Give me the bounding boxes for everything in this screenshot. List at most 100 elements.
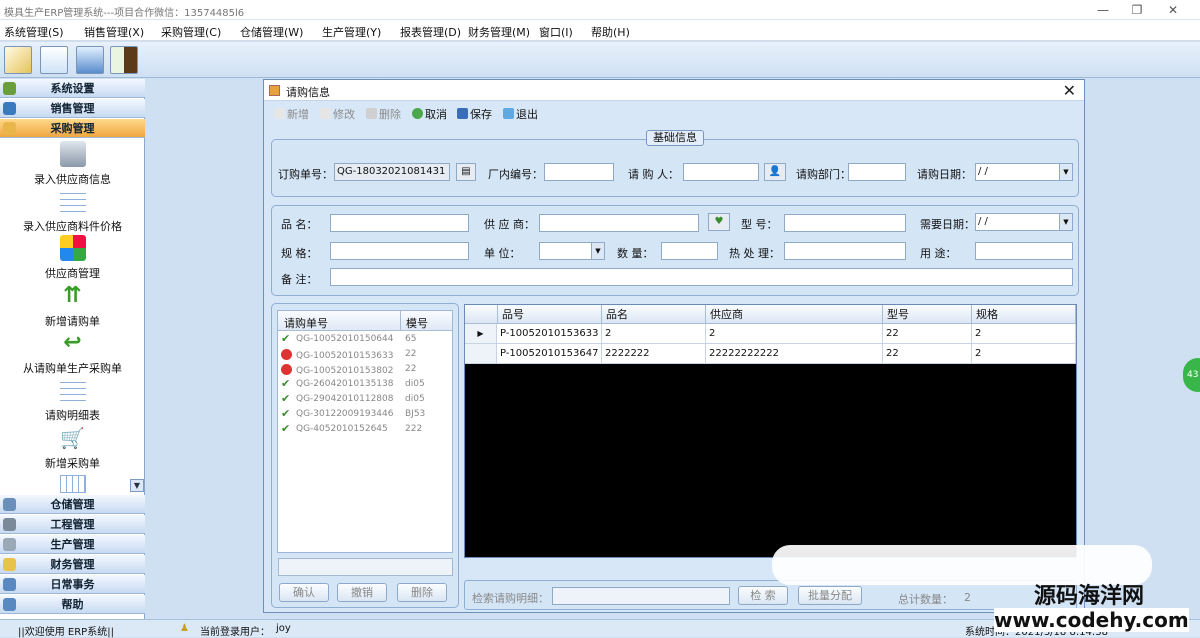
sidebar-header-daily[interactable]: 日常事务: [0, 575, 145, 594]
chevron-down-icon[interactable]: ▼: [591, 243, 604, 259]
dept-field[interactable]: [848, 163, 906, 181]
order-no-picker-icon[interactable]: ▤: [456, 163, 476, 181]
confirm-button[interactable]: 确认: [279, 583, 329, 602]
new-button[interactable]: 新增: [274, 106, 309, 122]
sidebar-header-help[interactable]: 帮助: [0, 595, 145, 614]
gear-icon: [3, 82, 16, 95]
qty-field[interactable]: [661, 242, 718, 260]
sidebar-header-engineering[interactable]: 工程管理: [0, 515, 145, 534]
calendar-icon[interactable]: [40, 46, 68, 74]
exit-arrow-icon: [503, 108, 514, 119]
grid-col-item-no[interactable]: 品号: [498, 305, 602, 324]
window-title: 模具生产ERP管理系统---项目合作微信：13574485l6: [4, 8, 245, 19]
list-item[interactable]: ✔ QG-26042010135138 di05: [281, 378, 425, 393]
sidebar-item-new-order[interactable]: 🛒 新增采购单: [0, 425, 145, 471]
note-field[interactable]: [330, 268, 1073, 286]
sidebar-item-request-to-order[interactable]: ↩ 从请购单生产采购单: [0, 330, 145, 376]
supplier-field[interactable]: [539, 214, 699, 232]
name-field[interactable]: [330, 214, 469, 232]
menu-sales[interactable]: 销售管理(X): [84, 24, 144, 40]
supplier-picker-icon[interactable]: ♥: [708, 213, 730, 231]
table-cell[interactable]: 2222222: [602, 344, 706, 364]
factory-no-field[interactable]: [544, 163, 614, 181]
sidebar-item-supplier-manage[interactable]: 供应商管理: [0, 235, 145, 281]
factory-no-label: 厂内编号：: [488, 168, 543, 181]
menu-help[interactable]: 帮助(H): [591, 24, 630, 40]
use-field[interactable]: [975, 242, 1073, 260]
table-cell[interactable]: 2: [972, 344, 1076, 364]
search-detail-label: 检索请购明细：: [472, 592, 549, 605]
search-button[interactable]: 检 索: [738, 586, 788, 605]
request-date-field[interactable]: / / ▼: [975, 163, 1073, 181]
menu-finance[interactable]: 财务管理(M): [468, 24, 530, 40]
edit-document-icon[interactable]: [4, 46, 32, 74]
unit-select[interactable]: ▼: [539, 242, 605, 260]
close-window-button[interactable]: ✕: [1156, 0, 1190, 20]
menu-reports[interactable]: 报表管理(D): [400, 24, 461, 40]
floating-badge[interactable]: 43: [1183, 358, 1200, 392]
merge-arrow-icon: ⇈: [59, 283, 86, 309]
requester-field[interactable]: [683, 163, 759, 181]
dialog-close-button[interactable]: ✕: [1063, 81, 1076, 100]
chevron-down-icon[interactable]: ▼: [1059, 164, 1072, 180]
sidebar-item-new-request[interactable]: ⇈ 新增请购单: [0, 283, 145, 329]
restore-button[interactable]: ❐: [1120, 0, 1154, 20]
watermark-title: 源码海洋网: [1034, 584, 1145, 609]
edit-button[interactable]: 修改: [320, 106, 355, 122]
help-icon: [3, 598, 16, 611]
list-item[interactable]: ✔ QG-30122009193446 BJ53: [281, 408, 425, 423]
menu-system[interactable]: 系统管理(S): [4, 24, 64, 40]
grid-col-model[interactable]: 型号: [883, 305, 972, 324]
table-cell[interactable]: 22: [883, 324, 972, 344]
order-no-field[interactable]: QG-18032021081431: [334, 163, 450, 181]
calculator-icon[interactable]: [76, 46, 104, 74]
sidebar-item-supplier-price[interactable]: 录入供应商料件价格: [0, 188, 145, 234]
menu-production[interactable]: 生产管理(Y): [322, 24, 381, 40]
grid-col-supplier[interactable]: 供应商: [706, 305, 883, 324]
batch-assign-button[interactable]: 批量分配: [798, 586, 862, 605]
exit-door-icon[interactable]: [110, 46, 138, 74]
table-cell[interactable]: 2: [602, 324, 706, 344]
list-item[interactable]: QG-10052010153633 22: [281, 349, 416, 363]
sidebar-item-supplier-info[interactable]: 录入供应商信息: [0, 141, 145, 187]
exit-button[interactable]: 退出: [503, 106, 538, 122]
cancel-button[interactable]: 取消: [412, 106, 447, 122]
user-picker-icon[interactable]: 👤: [764, 163, 786, 181]
list-item[interactable]: ✔ QG-10052010150644 65: [281, 333, 416, 348]
table-cell[interactable]: P-10052010153633: [497, 324, 602, 344]
menu-window[interactable]: 窗口(I): [539, 24, 573, 40]
revoke-button[interactable]: 撤销: [337, 583, 387, 602]
list-item[interactable]: QG-10052010153802 22: [281, 364, 416, 378]
menu-purchase[interactable]: 采购管理(C): [161, 24, 221, 40]
grid-col-item-name[interactable]: 品名: [602, 305, 706, 324]
sidebar-scroll-down[interactable]: ▼: [130, 479, 144, 492]
table-cell[interactable]: 2: [972, 324, 1076, 344]
row-header[interactable]: [465, 344, 497, 364]
table-cell[interactable]: 2: [706, 324, 883, 344]
model-field[interactable]: [784, 214, 906, 232]
sidebar-header-purchase[interactable]: 采购管理: [0, 119, 145, 138]
sidebar-header-system[interactable]: 系统设置: [0, 79, 145, 98]
list-item[interactable]: ✔ QG-4052010152645 222: [281, 423, 422, 438]
need-date-field[interactable]: / / ▼: [975, 213, 1073, 231]
search-detail-input[interactable]: [552, 587, 730, 605]
sidebar-item-request-detail[interactable]: 请购明细表: [0, 377, 145, 423]
list-item[interactable]: ✔ QG-29042010112808 di05: [281, 393, 425, 408]
menu-warehouse[interactable]: 仓储管理(W): [240, 24, 303, 40]
chevron-down-icon[interactable]: ▼: [1059, 214, 1072, 230]
row-selector-icon[interactable]: ▶: [465, 324, 497, 344]
minimize-button[interactable]: —: [1086, 0, 1120, 20]
sidebar-header-warehouse[interactable]: 仓储管理: [0, 495, 145, 514]
sidebar-header-finance[interactable]: 财务管理: [0, 555, 145, 574]
sidebar-header-production[interactable]: 生产管理: [0, 535, 145, 554]
spec-field[interactable]: [330, 242, 469, 260]
save-button[interactable]: 保存: [457, 106, 492, 122]
table-cell[interactable]: 22: [883, 344, 972, 364]
sidebar-header-sales[interactable]: 销售管理: [0, 99, 145, 118]
heat-treatment-field[interactable]: [784, 242, 906, 260]
grid-col-spec[interactable]: 规格: [972, 305, 1076, 324]
delete-button[interactable]: 删除: [366, 106, 401, 122]
remove-button[interactable]: 删除: [397, 583, 447, 602]
table-cell[interactable]: 22222222222: [706, 344, 883, 364]
table-cell[interactable]: P-10052010153647: [497, 344, 602, 364]
